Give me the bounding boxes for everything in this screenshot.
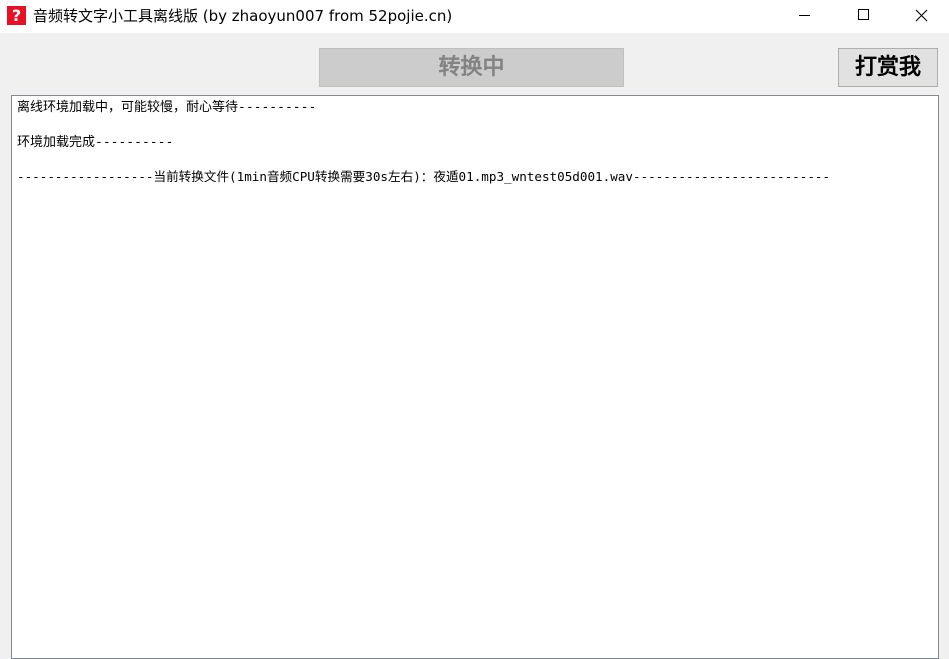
log-line: 环境加载完成---------- xyxy=(17,135,174,150)
close-button[interactable] xyxy=(892,0,949,31)
window-title: 音频转文字小工具离线版 (by zhaoyun007 from 52pojie.… xyxy=(33,7,453,25)
title-bar[interactable]: ? 音频转文字小工具离线版 (by zhaoyun007 from 52poji… xyxy=(0,0,949,33)
question-app-icon[interactable]: ? xyxy=(7,6,26,25)
donate-button[interactable]: 打赏我 xyxy=(838,48,938,87)
maximize-icon xyxy=(858,9,869,20)
minimize-icon xyxy=(799,15,810,16)
close-icon xyxy=(915,9,928,22)
log-line: 离线环境加载中，可能较慢，耐心等待---------- xyxy=(17,100,317,115)
log-textarea[interactable]: 离线环境加载中，可能较慢，耐心等待---------- 环境加载完成------… xyxy=(11,95,939,659)
log-line: ------------------当前转换文件(1min音频CPU转换需要30… xyxy=(17,169,831,184)
maximize-button[interactable] xyxy=(834,0,892,31)
convert-button[interactable]: 转换中 xyxy=(319,48,624,87)
client-area: 转换中 打赏我 离线环境加载中，可能较慢，耐心等待---------- 环境加载… xyxy=(0,33,949,659)
minimize-button[interactable] xyxy=(775,0,833,31)
